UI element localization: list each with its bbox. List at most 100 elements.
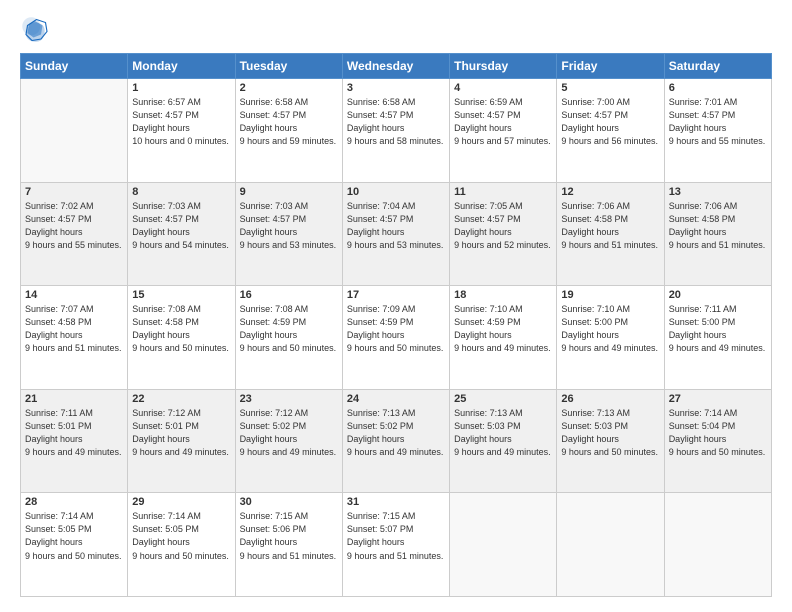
calendar-weekday: Wednesday (342, 54, 449, 79)
calendar-weekday: Tuesday (235, 54, 342, 79)
day-number: 9 (240, 186, 338, 198)
calendar-day-cell: 28 Sunrise: 7:14 AM Sunset: 5:05 PM Dayl… (21, 493, 128, 597)
day-number: 24 (347, 393, 445, 405)
calendar-day-cell (21, 79, 128, 183)
day-info: Sunrise: 6:59 AM Sunset: 4:57 PM Dayligh… (454, 96, 552, 148)
calendar-day-cell: 12 Sunrise: 7:06 AM Sunset: 4:58 PM Dayl… (557, 182, 664, 286)
calendar-day-cell: 17 Sunrise: 7:09 AM Sunset: 4:59 PM Dayl… (342, 286, 449, 390)
calendar-table: SundayMondayTuesdayWednesdayThursdayFrid… (20, 53, 772, 597)
calendar-day-cell: 19 Sunrise: 7:10 AM Sunset: 5:00 PM Dayl… (557, 286, 664, 390)
day-info: Sunrise: 6:57 AM Sunset: 4:57 PM Dayligh… (132, 96, 230, 148)
calendar-day-cell: 6 Sunrise: 7:01 AM Sunset: 4:57 PM Dayli… (664, 79, 771, 183)
day-number: 31 (347, 496, 445, 508)
logo (20, 15, 54, 45)
day-number: 10 (347, 186, 445, 198)
day-number: 5 (561, 82, 659, 94)
day-info: Sunrise: 7:08 AM Sunset: 4:59 PM Dayligh… (240, 303, 338, 355)
calendar-day-cell: 4 Sunrise: 6:59 AM Sunset: 4:57 PM Dayli… (450, 79, 557, 183)
day-info: Sunrise: 7:06 AM Sunset: 4:58 PM Dayligh… (669, 200, 767, 252)
calendar-weekday: Friday (557, 54, 664, 79)
day-info: Sunrise: 7:05 AM Sunset: 4:57 PM Dayligh… (454, 200, 552, 252)
calendar-week-row: 14 Sunrise: 7:07 AM Sunset: 4:58 PM Dayl… (21, 286, 772, 390)
calendar-day-cell (664, 493, 771, 597)
day-info: Sunrise: 7:08 AM Sunset: 4:58 PM Dayligh… (132, 303, 230, 355)
calendar-day-cell: 10 Sunrise: 7:04 AM Sunset: 4:57 PM Dayl… (342, 182, 449, 286)
day-number: 8 (132, 186, 230, 198)
calendar-day-cell: 27 Sunrise: 7:14 AM Sunset: 5:04 PM Dayl… (664, 389, 771, 493)
calendar-day-cell: 1 Sunrise: 6:57 AM Sunset: 4:57 PM Dayli… (128, 79, 235, 183)
day-number: 14 (25, 289, 123, 301)
day-info: Sunrise: 7:13 AM Sunset: 5:03 PM Dayligh… (561, 407, 659, 459)
day-number: 25 (454, 393, 552, 405)
day-info: Sunrise: 7:07 AM Sunset: 4:58 PM Dayligh… (25, 303, 123, 355)
day-number: 23 (240, 393, 338, 405)
day-info: Sunrise: 7:12 AM Sunset: 5:02 PM Dayligh… (240, 407, 338, 459)
day-number: 11 (454, 186, 552, 198)
calendar-day-cell: 31 Sunrise: 7:15 AM Sunset: 5:07 PM Dayl… (342, 493, 449, 597)
logo-icon (20, 15, 50, 45)
day-info: Sunrise: 7:01 AM Sunset: 4:57 PM Dayligh… (669, 96, 767, 148)
day-info: Sunrise: 7:11 AM Sunset: 5:00 PM Dayligh… (669, 303, 767, 355)
day-number: 22 (132, 393, 230, 405)
calendar-day-cell: 25 Sunrise: 7:13 AM Sunset: 5:03 PM Dayl… (450, 389, 557, 493)
day-info: Sunrise: 7:12 AM Sunset: 5:01 PM Dayligh… (132, 407, 230, 459)
calendar-day-cell: 24 Sunrise: 7:13 AM Sunset: 5:02 PM Dayl… (342, 389, 449, 493)
calendar-day-cell: 14 Sunrise: 7:07 AM Sunset: 4:58 PM Dayl… (21, 286, 128, 390)
calendar-day-cell: 13 Sunrise: 7:06 AM Sunset: 4:58 PM Dayl… (664, 182, 771, 286)
day-number: 3 (347, 82, 445, 94)
day-info: Sunrise: 6:58 AM Sunset: 4:57 PM Dayligh… (240, 96, 338, 148)
day-number: 20 (669, 289, 767, 301)
calendar-week-row: 7 Sunrise: 7:02 AM Sunset: 4:57 PM Dayli… (21, 182, 772, 286)
calendar-day-cell: 21 Sunrise: 7:11 AM Sunset: 5:01 PM Dayl… (21, 389, 128, 493)
day-number: 30 (240, 496, 338, 508)
day-info: Sunrise: 7:02 AM Sunset: 4:57 PM Dayligh… (25, 200, 123, 252)
day-info: Sunrise: 7:13 AM Sunset: 5:03 PM Dayligh… (454, 407, 552, 459)
day-info: Sunrise: 7:11 AM Sunset: 5:01 PM Dayligh… (25, 407, 123, 459)
day-number: 19 (561, 289, 659, 301)
calendar-day-cell (557, 493, 664, 597)
calendar-day-cell: 20 Sunrise: 7:11 AM Sunset: 5:00 PM Dayl… (664, 286, 771, 390)
day-number: 17 (347, 289, 445, 301)
day-info: Sunrise: 7:10 AM Sunset: 5:00 PM Dayligh… (561, 303, 659, 355)
day-number: 15 (132, 289, 230, 301)
day-number: 21 (25, 393, 123, 405)
day-info: Sunrise: 7:04 AM Sunset: 4:57 PM Dayligh… (347, 200, 445, 252)
calendar-day-cell: 7 Sunrise: 7:02 AM Sunset: 4:57 PM Dayli… (21, 182, 128, 286)
calendar-day-cell: 8 Sunrise: 7:03 AM Sunset: 4:57 PM Dayli… (128, 182, 235, 286)
calendar-day-cell: 2 Sunrise: 6:58 AM Sunset: 4:57 PM Dayli… (235, 79, 342, 183)
day-number: 13 (669, 186, 767, 198)
header (20, 15, 772, 45)
day-number: 6 (669, 82, 767, 94)
calendar-day-cell: 3 Sunrise: 6:58 AM Sunset: 4:57 PM Dayli… (342, 79, 449, 183)
calendar-week-row: 28 Sunrise: 7:14 AM Sunset: 5:05 PM Dayl… (21, 493, 772, 597)
day-number: 16 (240, 289, 338, 301)
day-info: Sunrise: 7:00 AM Sunset: 4:57 PM Dayligh… (561, 96, 659, 148)
page: SundayMondayTuesdayWednesdayThursdayFrid… (0, 0, 792, 612)
day-number: 27 (669, 393, 767, 405)
calendar-day-cell: 30 Sunrise: 7:15 AM Sunset: 5:06 PM Dayl… (235, 493, 342, 597)
day-number: 2 (240, 82, 338, 94)
calendar-day-cell: 11 Sunrise: 7:05 AM Sunset: 4:57 PM Dayl… (450, 182, 557, 286)
day-number: 7 (25, 186, 123, 198)
day-info: Sunrise: 7:15 AM Sunset: 5:06 PM Dayligh… (240, 510, 338, 562)
day-number: 12 (561, 186, 659, 198)
day-info: Sunrise: 7:14 AM Sunset: 5:05 PM Dayligh… (25, 510, 123, 562)
calendar-week-row: 1 Sunrise: 6:57 AM Sunset: 4:57 PM Dayli… (21, 79, 772, 183)
calendar-day-cell: 9 Sunrise: 7:03 AM Sunset: 4:57 PM Dayli… (235, 182, 342, 286)
day-info: Sunrise: 7:06 AM Sunset: 4:58 PM Dayligh… (561, 200, 659, 252)
day-number: 26 (561, 393, 659, 405)
day-info: Sunrise: 7:03 AM Sunset: 4:57 PM Dayligh… (132, 200, 230, 252)
calendar-day-cell: 16 Sunrise: 7:08 AM Sunset: 4:59 PM Dayl… (235, 286, 342, 390)
calendar-week-row: 21 Sunrise: 7:11 AM Sunset: 5:01 PM Dayl… (21, 389, 772, 493)
day-info: Sunrise: 7:14 AM Sunset: 5:04 PM Dayligh… (669, 407, 767, 459)
calendar-weekday: Thursday (450, 54, 557, 79)
calendar-day-cell: 18 Sunrise: 7:10 AM Sunset: 4:59 PM Dayl… (450, 286, 557, 390)
day-number: 28 (25, 496, 123, 508)
calendar-day-cell: 23 Sunrise: 7:12 AM Sunset: 5:02 PM Dayl… (235, 389, 342, 493)
day-info: Sunrise: 7:14 AM Sunset: 5:05 PM Dayligh… (132, 510, 230, 562)
day-info: Sunrise: 7:10 AM Sunset: 4:59 PM Dayligh… (454, 303, 552, 355)
day-info: Sunrise: 7:13 AM Sunset: 5:02 PM Dayligh… (347, 407, 445, 459)
calendar-weekday: Monday (128, 54, 235, 79)
day-number: 1 (132, 82, 230, 94)
day-number: 29 (132, 496, 230, 508)
